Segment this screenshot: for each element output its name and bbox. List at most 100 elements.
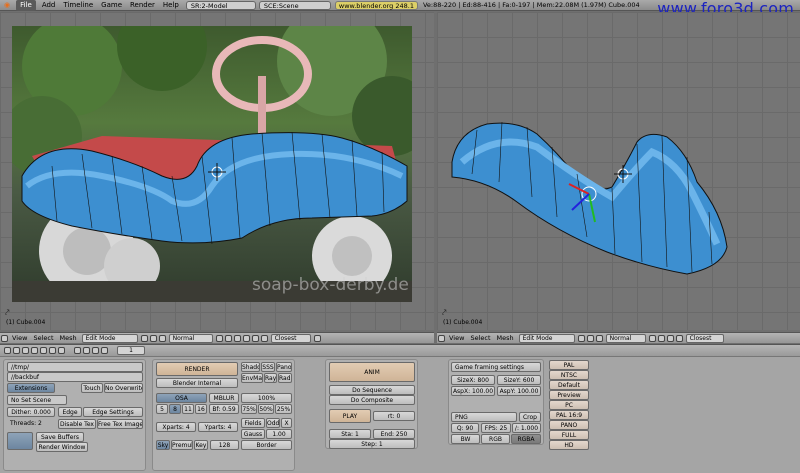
- aspx-field[interactable]: AspX: 100.00: [451, 386, 495, 396]
- xparts-field[interactable]: Xparts: 4: [156, 422, 196, 432]
- start-frame-field[interactable]: Sta: 1: [329, 429, 371, 439]
- blender-site-link[interactable]: www.blender.org 248.1: [334, 0, 418, 10]
- preset-hd[interactable]: HD: [549, 440, 589, 450]
- rt-field[interactable]: rt: 0: [373, 411, 415, 421]
- face-select-icon[interactable]: [675, 334, 683, 342]
- render-tab-icon[interactable]: [74, 347, 81, 354]
- rgb-toggle[interactable]: RGB: [481, 434, 510, 444]
- bits-selector[interactable]: 128: [210, 440, 239, 450]
- size-75-button[interactable]: 75%: [241, 404, 257, 414]
- object-tab-icon[interactable]: [49, 347, 56, 354]
- menu-view[interactable]: View: [446, 334, 467, 342]
- yparts-field[interactable]: Yparts: 4: [198, 422, 238, 432]
- border-toggle[interactable]: Border: [241, 440, 292, 450]
- disable-tex-toggle[interactable]: Disable Tex: [58, 419, 96, 429]
- shadow-toggle[interactable]: Shado: [241, 362, 260, 372]
- anim-tab-icon[interactable]: [83, 347, 90, 354]
- frame-field[interactable]: 1: [117, 346, 145, 355]
- mblur-toggle[interactable]: MBLUR: [209, 393, 239, 403]
- touch-toggle[interactable]: Touch: [81, 383, 103, 393]
- menu-file[interactable]: File: [16, 0, 36, 11]
- editor-type-icon[interactable]: [4, 347, 11, 354]
- layer-icon[interactable]: [648, 334, 656, 342]
- face-select-icon[interactable]: [242, 334, 250, 342]
- editor-type-icon[interactable]: [1, 334, 8, 342]
- preset-ntsc[interactable]: NTSC: [549, 370, 589, 380]
- do-sequence-toggle[interactable]: Do Sequence: [329, 385, 415, 395]
- preset-preview[interactable]: Preview: [549, 390, 589, 400]
- sky-toggle[interactable]: Sky: [156, 440, 170, 450]
- size-100-button[interactable]: 100%: [241, 393, 292, 403]
- preset-pal[interactable]: PAL: [549, 360, 589, 370]
- menu-game[interactable]: Game: [97, 0, 126, 11]
- menu-help[interactable]: Help: [159, 0, 183, 11]
- file-type-selector[interactable]: PNG: [451, 412, 517, 422]
- anim-button[interactable]: ANIM: [329, 362, 415, 382]
- fps-base-field[interactable]: /: 1.000: [512, 423, 541, 433]
- proportional-icon[interactable]: [260, 334, 268, 342]
- key-toggle[interactable]: Key: [194, 440, 208, 450]
- sound-tab-icon[interactable]: [92, 347, 99, 354]
- end-frame-field[interactable]: End: 250: [373, 429, 415, 439]
- shading-icon[interactable]: [140, 334, 148, 342]
- preset-pc[interactable]: PC: [549, 400, 589, 410]
- menu-timeline[interactable]: Timeline: [59, 0, 97, 11]
- rgba-toggle[interactable]: RGBA: [511, 434, 541, 444]
- sss-toggle[interactable]: SSS: [261, 362, 275, 372]
- pivot-icon[interactable]: [149, 334, 157, 342]
- odd-toggle[interactable]: Odd: [266, 418, 280, 428]
- dither-field[interactable]: Dither: 0.000: [7, 407, 55, 417]
- menu-select[interactable]: Select: [30, 334, 56, 342]
- manipulator-icon[interactable]: [595, 334, 603, 342]
- step-field[interactable]: Step: 1: [329, 439, 415, 449]
- edge-select-icon[interactable]: [233, 334, 241, 342]
- render-window-selector[interactable]: Render Window: [36, 442, 88, 452]
- threads-field[interactable]: Threads: 2: [7, 419, 55, 429]
- size-50-button[interactable]: 50%: [258, 404, 274, 414]
- world-tab-icon[interactable]: [101, 347, 108, 354]
- osa-11-button[interactable]: 11: [182, 404, 194, 414]
- scene-selector[interactable]: SCE:Scene: [258, 0, 331, 10]
- preset-full[interactable]: FULL: [549, 430, 589, 440]
- fps-field[interactable]: FPS: 25: [481, 423, 511, 433]
- menu-render[interactable]: Render: [126, 0, 159, 11]
- panel-icon[interactable]: [13, 347, 20, 354]
- radio-toggle[interactable]: Radi: [278, 373, 292, 383]
- osa-16-button[interactable]: 16: [195, 404, 207, 414]
- crop-toggle[interactable]: Crop: [519, 412, 541, 422]
- bw-toggle[interactable]: BW: [451, 434, 480, 444]
- vertex-select-icon[interactable]: [657, 334, 665, 342]
- extensions-toggle[interactable]: Extensions: [7, 383, 55, 393]
- size-25-button[interactable]: 25%: [275, 404, 292, 414]
- sizey-field[interactable]: SizeY: 600: [497, 375, 541, 385]
- pivot-icon[interactable]: [586, 334, 594, 342]
- logic-icon[interactable]: [22, 347, 29, 354]
- pano-toggle[interactable]: Pano: [276, 362, 292, 372]
- preset-pal-16-9[interactable]: PAL 16:9: [549, 410, 589, 420]
- viewport-left[interactable]: soap-box-derby.de ⤤ (1) Cube.004: [0, 12, 434, 330]
- quality-field[interactable]: Q: 90: [451, 423, 479, 433]
- render-engine-selector[interactable]: Blender Internal: [156, 378, 238, 388]
- osa-toggle[interactable]: OSA: [156, 393, 207, 403]
- script-icon[interactable]: [31, 347, 38, 354]
- menu-select[interactable]: Select: [467, 334, 493, 342]
- envmap-toggle[interactable]: EnvMa: [241, 373, 263, 383]
- viewport-right[interactable]: ⤤ (1) Cube.004: [437, 12, 800, 330]
- render-button[interactable]: RENDER: [156, 362, 238, 376]
- play-button[interactable]: PLAY: [329, 409, 371, 423]
- mode-selector[interactable]: Edit Mode: [518, 333, 575, 343]
- menu-view[interactable]: View: [9, 334, 30, 342]
- sizex-field[interactable]: SizeX: 800: [451, 375, 495, 385]
- screen-selector[interactable]: SR:2-Model: [185, 0, 256, 10]
- occlude-icon[interactable]: [251, 334, 259, 342]
- shading-tab-icon[interactable]: [40, 347, 47, 354]
- fields-toggle[interactable]: Fields: [241, 418, 265, 428]
- edit-tab-icon[interactable]: [58, 347, 65, 354]
- osa-5-button[interactable]: 5: [156, 404, 168, 414]
- editor-type-icon[interactable]: [438, 334, 445, 342]
- osa-8-button[interactable]: 8: [169, 404, 181, 414]
- preset-pano[interactable]: PANO: [549, 420, 589, 430]
- do-composite-toggle[interactable]: Do Composite: [329, 395, 415, 405]
- save-buffers-toggle[interactable]: Save Buffers: [36, 432, 84, 442]
- game-framing-button[interactable]: Game framing settings: [451, 362, 541, 372]
